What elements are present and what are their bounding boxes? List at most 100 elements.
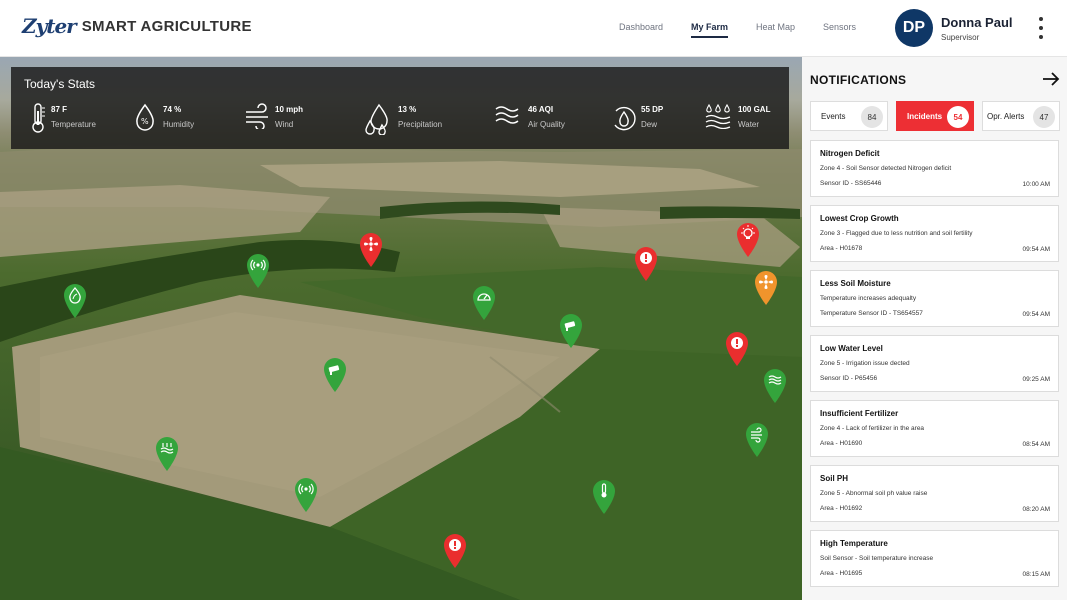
notification-card[interactable]: Nitrogen Deficit Zone 4 - Soil Sensor det… [810,140,1059,197]
tab-opr-alerts-count: 47 [1033,106,1055,128]
notification-time: 08:15 AM [1022,571,1050,578]
notification-source: Area - H01695 [820,570,863,577]
stat-air-quality-value: 46 AQI [528,105,554,114]
stat-precipitation-label: Precipitation [398,120,443,129]
svg-text:%: % [141,117,149,126]
notifications-title: NOTIFICATIONS [810,73,907,87]
map-pin-leaf-drop[interactable] [63,283,87,319]
nav-my-farm[interactable]: My Farm [691,22,729,38]
map-pin-alert[interactable] [634,246,658,282]
map-pin-camera[interactable] [323,357,347,393]
notifications-panel: NOTIFICATIONS Events 84 Incidents 54 Opr… [802,57,1067,600]
notification-card[interactable]: Low Water Level Zone 5 - Irrigation issue… [810,335,1059,392]
nav-dashboard[interactable]: Dashboard [619,22,663,32]
notification-description: Zone 4 - Lack of fertilizer in the area [820,425,925,432]
stat-wind: 10 mph Wind [244,103,303,129]
notification-card[interactable]: Lowest Crop Growth Zone 3 - Flagged due t… [810,205,1059,262]
notification-description: Temperature increases adequalty [820,295,917,302]
arrow-right-icon[interactable] [1042,71,1060,87]
wind-icon [746,423,768,457]
stat-humidity-value: 74 % [163,105,182,114]
map-pin-fan[interactable] [359,232,383,268]
waves-icon [764,369,786,403]
tab-incidents[interactable]: Incidents 54 [896,101,974,131]
nav-sensors[interactable]: Sensors [823,22,856,32]
stat-wind-label: Wind [275,120,294,129]
notification-card[interactable]: Less Soil Moisture Temperature increases … [810,270,1059,327]
notification-title: Nitrogen Deficit [820,149,880,158]
notification-title: High Temperature [820,539,888,548]
dew-icon [614,106,636,131]
map-pin-alert[interactable] [443,533,467,569]
stat-water-value: 100 GAL [738,105,771,114]
stats-title: Today's Stats [24,77,95,91]
map-pin-thermometer[interactable] [592,479,616,515]
notification-time: 09:25 AM [1022,376,1050,383]
tab-events[interactable]: Events 84 [810,101,888,131]
thermometer-icon [593,480,615,514]
map-pin-waves[interactable] [763,368,787,404]
notification-description: Zone 5 - Irrigation issue dected [820,360,910,367]
top-header: Zyter SMART AGRICULTURE Dashboard My Far… [0,0,1067,57]
app-logo[interactable]: Zyter SMART AGRICULTURE [22,14,252,38]
zyter-logo-mark: Zyter [22,14,77,38]
stat-temperature: 87 F Temperature [29,103,96,133]
notification-card[interactable]: High Temperature Soil Sensor - Soil tempe… [810,530,1059,587]
notification-time: 10:00 AM [1022,181,1050,188]
notification-title: Insufficient Fertilizer [820,409,899,418]
map-pin-signal[interactable] [246,253,270,289]
notification-card[interactable]: Insufficient Fertilizer Zone 4 - Lack of … [810,400,1059,457]
more-options-icon[interactable] [1036,17,1046,39]
map-pin-camera[interactable] [559,313,583,349]
map-pin-fan[interactable] [754,270,778,306]
signal-icon [295,478,317,512]
notification-source: Sensor ID - P65456 [820,375,878,382]
map-pin-wind[interactable] [745,422,769,458]
map-pin-alert[interactable] [725,331,749,367]
notification-description: Zone 5 - Abnormal soil ph value raise [820,490,928,497]
bulb-icon [737,223,759,257]
notification-source: Area - H01690 [820,440,863,447]
stat-humidity: % 74 % Humidity [134,103,194,131]
notification-time: 08:20 AM [1022,506,1050,513]
stat-precipitation-value: 13 % [398,105,417,114]
fan-icon [755,271,777,305]
farm-map[interactable]: Today's Stats 87 F Temperature % 74 % Humi… [0,57,802,600]
stat-temperature-label: Temperature [51,120,96,129]
map-pin-signal[interactable] [294,477,318,513]
wind-icon [246,103,268,129]
notification-time: 09:54 AM [1022,246,1050,253]
map-pin-bulb[interactable] [736,222,760,258]
tab-opr-alerts-label: Opr. Alerts [987,111,1025,121]
alert-icon [726,332,748,366]
notification-time: 08:54 AM [1022,441,1050,448]
fan-icon [360,233,382,267]
stat-dew-label: Dew [641,120,658,129]
notification-title: Low Water Level [820,344,883,353]
camera-icon [560,314,582,348]
tab-events-count: 84 [861,106,883,128]
tab-opr-alerts[interactable]: Opr. Alerts 47 [982,101,1060,131]
camera-icon [324,358,346,392]
map-pin-gauge[interactable] [472,285,496,321]
heater-icon [156,437,178,471]
notification-title: Soil PH [820,474,849,483]
notification-card[interactable]: Soil PH Zone 5 - Abnormal soil ph value r… [810,465,1059,522]
user-name: Donna Paul [941,15,1013,30]
nav-heat-map[interactable]: Heat Map [756,22,795,32]
tab-incidents-count: 54 [947,106,969,128]
user-role: Supervisor [941,33,980,42]
map-pin-heater[interactable] [155,436,179,472]
tab-events-label: Events [821,111,846,121]
stat-air-quality-label: Air Quality [528,120,565,129]
notification-title: Less Soil Moisture [820,279,891,288]
notification-description: Zone 4 - Soil Sensor detected Nitrogen d… [820,165,952,172]
user-avatar[interactable]: DP [895,9,933,47]
rain-drops-icon [365,103,388,135]
notification-title: Lowest Crop Growth [820,214,899,223]
tab-incidents-label: Incidents [907,111,943,121]
water-icon [705,103,731,129]
notification-description: Soil Sensor - Soil temperature increase [820,555,934,562]
stat-precipitation: 13 % Precipitation [364,103,442,135]
stat-humidity-label: Humidity [163,120,195,129]
